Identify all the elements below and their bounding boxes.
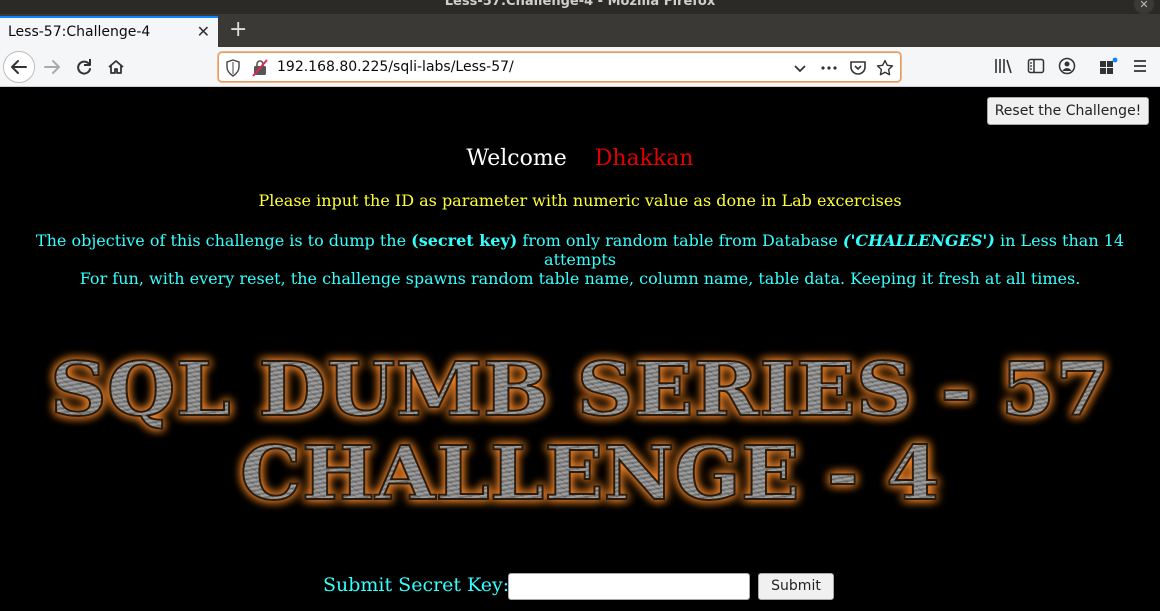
instruction-text: Please input the ID as parameter with nu… — [258, 191, 902, 210]
more-icon[interactable] — [820, 59, 838, 81]
objective-part2: from only random table from Database — [517, 231, 843, 250]
sidebar-icon[interactable] — [1027, 57, 1045, 79]
account-icon[interactable] — [1058, 57, 1076, 79]
tab-close-icon[interactable]: ✕ — [197, 22, 210, 41]
tab-strip: Less-57:Challenge-4 ✕ + — [0, 14, 1160, 47]
extensions-icon[interactable] — [1099, 57, 1119, 79]
welcome-text: Welcome — [466, 146, 567, 171]
bookmark-star-icon[interactable] — [876, 59, 894, 81]
navigation-toolbar: 192.168.80.225/sqli-labs/Less-57/ — [0, 47, 1160, 87]
reload-icon[interactable] — [69, 52, 99, 82]
reset-challenge-button[interactable]: Reset the Challenge! — [987, 97, 1149, 125]
window-title: Less-57:Challenge-4 - Mozilla Firefox — [444, 0, 716, 9]
welcome-line: Welcome Dhakkan — [0, 146, 1160, 171]
submit-button[interactable]: Submit — [758, 573, 834, 600]
submit-form: Submit Secret Key: Submit — [0, 572, 1160, 602]
library-icon[interactable] — [994, 57, 1012, 79]
objective-secret-key: (secret key) — [411, 231, 518, 250]
menu-icon[interactable] — [1131, 57, 1149, 79]
objective-line2: For fun, with every reset, the challenge… — [79, 269, 1081, 288]
objective-database: ('CHALLENGES') — [842, 231, 995, 250]
objective-part1: The objective of this challenge is to du… — [35, 231, 412, 250]
submit-secret-key-label: Submit Secret Key: — [323, 574, 510, 596]
secret-key-input[interactable] — [508, 573, 750, 600]
title-banner-image: SQL DUMB SERIES - 57 CHALLENGE - 4 — [0, 343, 1160, 523]
banner-line1: SQL DUMB SERIES - 57 — [50, 347, 1110, 433]
forward-icon[interactable] — [38, 52, 68, 82]
tab-label: Less-57:Challenge-4 — [8, 24, 151, 40]
url-bar[interactable]: 192.168.80.225/sqli-labs/Less-57/ — [218, 52, 901, 82]
home-icon[interactable] — [101, 52, 131, 82]
tab-active[interactable]: Less-57:Challenge-4 ✕ — [0, 16, 218, 47]
pocket-icon[interactable] — [849, 59, 867, 81]
shield-icon[interactable] — [225, 59, 241, 81]
window-close-icon[interactable]: ✕ — [1134, 0, 1154, 14]
back-icon[interactable] — [3, 51, 35, 83]
insecure-lock-icon[interactable] — [252, 59, 268, 81]
objective-text: The objective of this challenge is to du… — [30, 231, 1130, 288]
page-content: Reset the Challenge! Welcome Dhakkan Plea… — [0, 88, 1160, 611]
banner-line2: CHALLENGE - 4 — [240, 431, 940, 517]
chevron-down-icon[interactable] — [791, 59, 809, 81]
new-tab-icon[interactable]: + — [229, 19, 247, 41]
window-titlebar: Less-57:Challenge-4 - Mozilla Firefox ✕ — [0, 0, 1160, 14]
user-name: Dhakkan — [594, 146, 694, 171]
url-text[interactable]: 192.168.80.225/sqli-labs/Less-57/ — [277, 59, 514, 75]
